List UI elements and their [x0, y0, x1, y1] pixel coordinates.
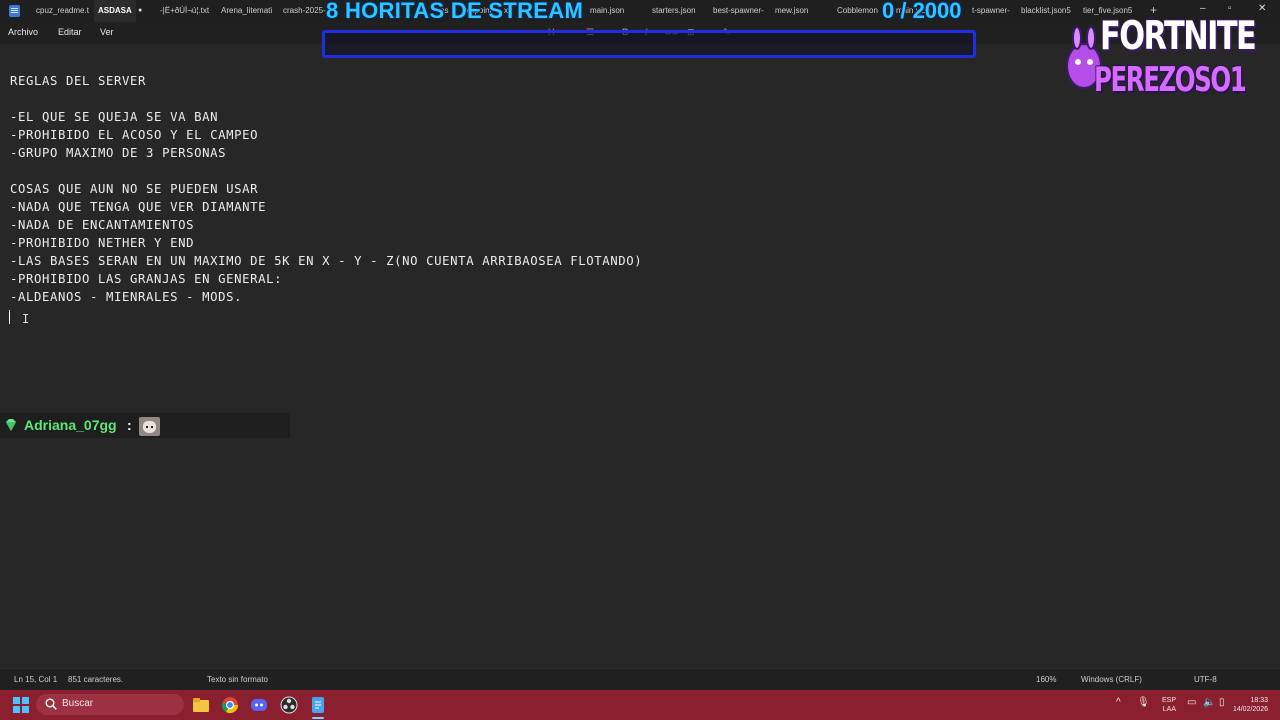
document-line: -GRUPO MAXIMO DE 3 PERSONAS	[10, 146, 227, 160]
ibeam-cursor-icon: I	[22, 312, 30, 326]
clock[interactable]: 18:33 14/02/2026	[1226, 696, 1268, 714]
notepad-taskbar-icon[interactable]	[309, 696, 327, 714]
status-bar: Ln 15, Col 1 851 caracteres. Texto sin f…	[0, 668, 1280, 690]
encoding[interactable]: UTF-8	[1194, 675, 1217, 684]
unsaved-dot-icon: ●	[138, 7, 143, 14]
document-line: -PROHIBIDO LAS GRANJAS EN GENERAL:	[10, 272, 283, 286]
obs-icon[interactable]	[280, 696, 298, 714]
taskbar-search[interactable]	[36, 694, 184, 715]
document-line: -LAS BASES SERAN EN UN MAXIMO DE 5K EN X…	[10, 254, 643, 268]
character-count: 851 caracteres.	[68, 675, 124, 684]
tab-arena-litematic[interactable]: Arena_litemati	[221, 0, 275, 22]
microphone-icon[interactable]: 🎙	[1137, 697, 1150, 708]
file-explorer-icon[interactable]	[192, 696, 210, 714]
tab-starters-json[interactable]: starters.json	[652, 0, 696, 22]
menu-file[interactable]: Archivo	[8, 27, 38, 37]
text-editor[interactable]: REGLAS DEL SERVER -EL QUE SE QUEJA SE VA…	[0, 60, 1280, 668]
menu-view[interactable]: Ver	[100, 27, 114, 37]
chat-username: Adriana_07gg	[24, 417, 117, 433]
notepad-icon	[9, 5, 20, 17]
tab-main-json[interactable]: main.json	[590, 0, 624, 22]
document-line: -ALDEANOS - MIENRALES - MODS.	[10, 290, 243, 304]
menu-edit[interactable]: Editar	[58, 27, 82, 37]
text-caret	[9, 310, 10, 324]
zoom-level[interactable]: 160%	[1036, 675, 1056, 684]
tab-partial[interactable]: t-spawner-	[972, 0, 1016, 22]
document-line: -NADA QUE TENGA QUE VER DIAMANTE	[10, 200, 267, 214]
language-code: ESP	[1161, 697, 1176, 704]
network-icon[interactable]: ▭	[1187, 697, 1196, 708]
search-icon	[45, 698, 57, 710]
active-app-indicator	[312, 717, 324, 719]
document-line: -NADA DE ENCANTAMIENTOS	[10, 218, 195, 232]
cursor-position: Ln 15, Col 1	[14, 675, 58, 684]
logo-subtitle: PEREZOSO1	[1094, 60, 1247, 100]
text-format[interactable]: Texto sin formato	[207, 675, 268, 684]
tab-encoded-txt[interactable]: -|Ë+ðÚÌ¬ú¦.txt	[160, 0, 214, 22]
chrome-icon[interactable]	[221, 696, 239, 714]
logo-title: FORTNITE	[1100, 14, 1257, 59]
tab-best-spawner[interactable]: best-spawner-	[713, 0, 767, 22]
minimize-button[interactable]: –	[1200, 3, 1206, 14]
close-button[interactable]: ✕	[1258, 3, 1266, 14]
stream-title-overlay: 8 HORITAS DE STREAM	[326, 0, 584, 23]
tab-asdasa[interactable]: ASDASA	[94, 0, 136, 22]
document-line: -EL QUE SE QUEJA SE VA BAN	[10, 110, 219, 124]
cat-emote-icon	[139, 417, 160, 436]
clock-date: 14/02/2026	[1232, 706, 1268, 713]
discord-icon[interactable]	[250, 696, 268, 714]
clock-time: 18:33	[1250, 697, 1268, 704]
document-line: COSAS QUE AUN NO SE PUEDEN USAR	[10, 182, 259, 196]
layout-code: LAA	[1162, 706, 1176, 713]
windows-start-icon[interactable]	[13, 697, 29, 713]
volume-icon[interactable]: 🔈	[1203, 697, 1215, 708]
document-line: -PROHIBIDO EL ACOSO Y EL CAMPEO	[10, 128, 259, 142]
chevron-up-icon[interactable]: ^	[1116, 697, 1121, 708]
tab-mew-json[interactable]: mew.json	[775, 0, 808, 22]
tab-crash-report[interactable]: crash-2025-	[283, 0, 327, 22]
document-line: -PROHIBIDO NETHER Y END	[10, 236, 195, 250]
maximize-button[interactable]: ▫	[1228, 3, 1232, 14]
line-ending[interactable]: Windows (CRLF)	[1081, 675, 1142, 684]
tab-cobblemon[interactable]: Cobblemon	[837, 0, 885, 22]
document-line: REGLAS DEL SERVER	[10, 74, 147, 88]
battery-icon[interactable]: ▯	[1219, 697, 1225, 708]
tab-cpuz-readme[interactable]: cpuz_readme.t	[36, 0, 92, 22]
stream-goal-counter: 0 / 2000	[882, 0, 962, 23]
stream-goal-bar	[322, 30, 976, 58]
chat-separator: :	[127, 417, 132, 433]
keyboard-language[interactable]: ESP LAA	[1160, 696, 1176, 714]
gem-badge-icon	[6, 419, 16, 431]
channel-logo: FORTNITE PEREZOSO1	[1056, 14, 1276, 100]
search-placeholder: Buscar	[62, 698, 94, 709]
